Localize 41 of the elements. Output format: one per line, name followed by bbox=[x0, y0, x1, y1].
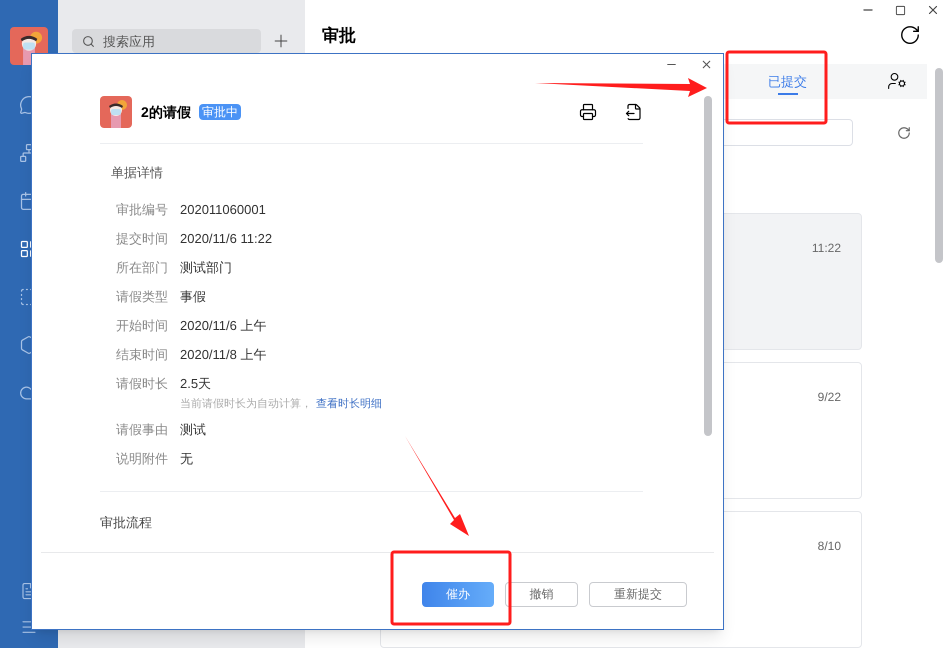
field-label: 结束时间 bbox=[116, 346, 169, 364]
card-time: 9/22 bbox=[818, 389, 841, 406]
action-button[interactable]: 催办 bbox=[422, 582, 494, 606]
hint-text: 当前请假时长为自动计算， bbox=[180, 396, 312, 412]
status-badge: 审批中 bbox=[198, 104, 241, 120]
search-icon bbox=[82, 35, 95, 48]
field-label: 所在部门 bbox=[116, 259, 169, 278]
field-label: 审批编号 bbox=[116, 201, 169, 220]
close-icon[interactable] bbox=[926, 3, 940, 17]
close-icon[interactable] bbox=[700, 58, 713, 71]
action-button[interactable]: 撤销 bbox=[505, 582, 578, 606]
user-settings-icon[interactable] bbox=[887, 71, 907, 92]
tab[interactable]: 已提交 bbox=[768, 64, 807, 99]
refresh-icon[interactable] bbox=[899, 24, 921, 46]
field-label: 请假类型 bbox=[116, 288, 169, 306]
dialog-title: 2的请假 bbox=[141, 102, 191, 122]
card-time: 11:22 bbox=[812, 240, 841, 257]
export-icon[interactable] bbox=[625, 103, 643, 121]
field-value: 2020/11/6 11:22 bbox=[180, 230, 272, 248]
details-link[interactable]: 查看时长明细 bbox=[316, 396, 382, 412]
field-label: 请假时长 bbox=[116, 375, 169, 394]
field-value: 测试部门 bbox=[180, 259, 232, 278]
field-label: 提交时间 bbox=[116, 230, 169, 248]
page-title: 审批 bbox=[322, 24, 356, 47]
field-value: 事假 bbox=[180, 288, 206, 306]
field-label: 请假事由 bbox=[116, 420, 169, 439]
field-value: 2020/11/6 上午 bbox=[180, 317, 266, 336]
field-value: 无 bbox=[180, 450, 193, 468]
field-value: 202011060001 bbox=[180, 201, 266, 220]
section-title: 单据详情 bbox=[111, 164, 164, 182]
print-icon[interactable] bbox=[579, 103, 597, 121]
field-value: 2020/11/8 上午 bbox=[180, 346, 266, 364]
field-value: 测试 bbox=[180, 420, 206, 439]
action-button[interactable]: 重新提交 bbox=[589, 582, 687, 606]
field-label: 说明附件 bbox=[116, 450, 169, 468]
maximize-icon[interactable] bbox=[895, 5, 906, 16]
search-field[interactable]: 搜索应用 bbox=[72, 29, 261, 53]
section-title: 审批流程 bbox=[100, 514, 153, 532]
card-time: 8/10 bbox=[818, 538, 841, 555]
field-label: 开始时间 bbox=[116, 317, 169, 336]
field-value: 2.5天 bbox=[180, 375, 212, 394]
